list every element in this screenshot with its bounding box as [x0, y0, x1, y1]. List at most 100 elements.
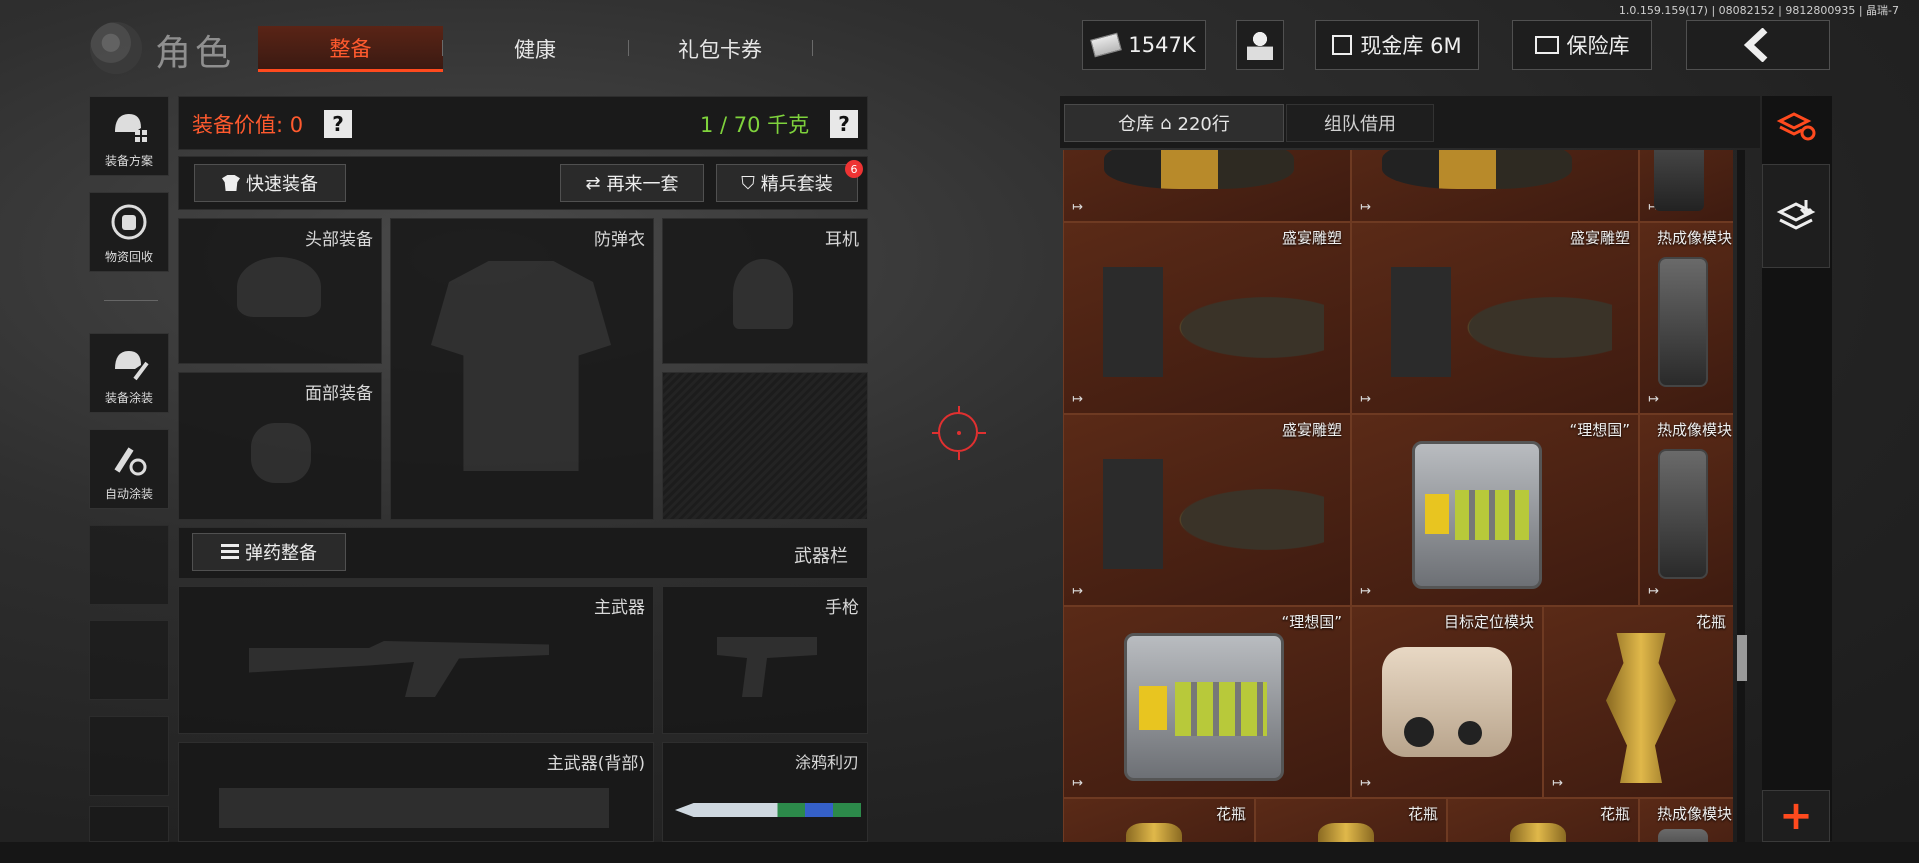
warehouse-rows: 220行 — [1177, 114, 1230, 135]
vials-image — [1175, 682, 1267, 736]
thermal-item[interactable]: 热成像模块 ↦ — [1639, 414, 1733, 606]
sidebar-empty-slot — [89, 716, 169, 796]
melee-label: 涂鸦利刃 — [794, 753, 859, 772]
shirt-icon — [222, 175, 240, 191]
crate-image — [1124, 633, 1284, 781]
sort-button[interactable] — [1762, 96, 1830, 156]
sidebar-empty-slot — [89, 525, 169, 605]
sidebar-empty-slot — [89, 620, 169, 700]
thermal-item[interactable]: 热成像模块 — [1639, 798, 1733, 842]
weight-help-button[interactable]: ? — [830, 110, 858, 138]
sculpture-item[interactable]: ↦ — [1063, 150, 1351, 222]
sculpture-item[interactable]: 盛宴雕塑 ↦ — [1063, 414, 1351, 606]
page-title: 角色 — [155, 33, 236, 74]
tab-gift-cards[interactable]: 礼包卡券 — [640, 26, 800, 72]
value-help-button[interactable]: ? — [324, 110, 352, 138]
cash-vault-button[interactable]: 现金库 6M — [1315, 20, 1479, 70]
storage-scrollbar[interactable] — [1737, 150, 1745, 842]
sidebar-divider — [104, 300, 158, 301]
item-name: 盛宴雕塑 — [1281, 421, 1342, 439]
helmet-silhouette-icon — [237, 257, 321, 317]
headset-slot-label: 耳机 — [825, 230, 859, 250]
sidebar-item-auto-skin[interactable]: 自动涂装 — [89, 429, 169, 509]
add-button[interactable]: + — [1762, 790, 1830, 842]
item-name: 花瓶 — [1695, 613, 1726, 631]
crosshair-icon — [932, 406, 986, 460]
pistol-slot[interactable]: 手枪 — [662, 586, 868, 734]
layers-download-icon — [1776, 200, 1816, 230]
cash-vault-icon — [1332, 35, 1353, 55]
quick-equip-label: 快速装备 — [246, 174, 318, 195]
move-icon: ↦ — [1072, 200, 1083, 215]
thermal-item[interactable]: 热成像模块 ↦ — [1639, 222, 1733, 414]
sculpture-image — [1382, 267, 1612, 377]
back-weapon-slot[interactable]: 主武器(背部) — [178, 742, 654, 842]
tab-divider — [442, 40, 443, 56]
storage-grid[interactable]: ↦ ↦ ↦ 盛宴雕塑 ↦ 盛宴雕塑 ↦ 热成像模块 ↦ 盛宴雕塑 ↦ “理想国”… — [1063, 150, 1733, 842]
tab-loadout[interactable]: 整备 — [258, 26, 443, 72]
sculpture-item[interactable]: ↦ — [1351, 150, 1639, 222]
thermal-item[interactable]: ↦ — [1639, 150, 1733, 222]
version-text: 1.0.159.159(17) | 08082152 | 9812800935 … — [1618, 4, 1899, 17]
melee-slot[interactable]: 涂鸦利刃 — [662, 742, 868, 842]
head-slot[interactable]: 头部装备 — [178, 218, 382, 364]
money-button[interactable]: 1547K — [1082, 20, 1206, 70]
move-icon: ↦ — [1360, 776, 1371, 791]
shield-icon: ⛉ — [741, 172, 755, 194]
storage-scroll-thumb[interactable] — [1737, 635, 1747, 681]
item-name: “理想国” — [1569, 421, 1630, 439]
collect-button[interactable] — [1762, 164, 1830, 268]
move-icon: ↦ — [1552, 776, 1563, 791]
again-button[interactable]: ⇄ 再来一套 — [560, 164, 704, 202]
sculpture-item[interactable]: 盛宴雕塑 ↦ — [1351, 222, 1639, 414]
elite-set-button[interactable]: ⛉ 精兵套装 — [716, 164, 858, 202]
biohazard-icon — [1425, 494, 1449, 534]
sidebar-item-label: 物资回收 — [104, 250, 153, 264]
ammo-button[interactable]: 弹药整备 — [192, 533, 346, 571]
pistol-label: 手枪 — [825, 598, 859, 618]
operator-icon — [1247, 30, 1273, 60]
avatar-button[interactable] — [1236, 20, 1284, 70]
crate-image — [1412, 441, 1542, 589]
sidebar-item-recycle[interactable]: 物资回收 — [89, 192, 169, 272]
safe-icon — [1534, 36, 1559, 54]
item-name: 热成像模块 — [1656, 421, 1732, 439]
vest-silhouette-icon — [431, 261, 611, 471]
sculpture-item[interactable]: 盛宴雕塑 ↦ — [1063, 222, 1351, 414]
item-name: 热成像模块 — [1656, 805, 1732, 823]
vase-item[interactable]: 花瓶 — [1063, 798, 1255, 842]
vase-image — [1606, 633, 1676, 783]
safe-button[interactable]: 保险库 — [1512, 20, 1652, 70]
thermal-image — [1654, 150, 1704, 211]
sidebar-item-skin[interactable]: 装备涂装 — [89, 333, 169, 413]
headset-slot[interactable]: 耳机 — [662, 218, 868, 364]
elite-badge: 6 — [845, 160, 863, 178]
item-name: 盛宴雕塑 — [1569, 229, 1630, 247]
face-slot[interactable]: 面部装备 — [178, 372, 382, 520]
utopia-item[interactable]: “理想国” ↦ — [1351, 414, 1639, 606]
refresh-icon: ⇄ — [585, 172, 601, 194]
vials-image — [1455, 490, 1529, 540]
again-label: 再来一套 — [606, 174, 679, 195]
tab-team-borrow[interactable]: 组队借用 — [1286, 104, 1434, 142]
tab-warehouse[interactable]: 仓库 ⌂ 220行 — [1064, 104, 1284, 142]
helmet-brush-icon — [108, 343, 150, 383]
target-module-item[interactable]: 目标定位模块 ↦ — [1351, 606, 1543, 798]
move-icon: ↦ — [1072, 392, 1083, 407]
item-name: “理想国” — [1281, 613, 1342, 631]
item-name: 花瓶 — [1215, 805, 1246, 823]
tab-health[interactable]: 健康 — [470, 26, 600, 72]
equipment-value: 装备价值: 0 — [192, 113, 304, 137]
quick-equip-button[interactable]: 快速装备 — [194, 164, 346, 202]
sidebar-empty-slot — [89, 806, 169, 842]
vase-item[interactable]: 花瓶 ↦ — [1543, 606, 1733, 798]
armor-slot[interactable]: 防弹衣 — [390, 218, 654, 520]
primary-weapon-slot[interactable]: 主武器 — [178, 586, 654, 734]
vase-item[interactable]: 花瓶 — [1447, 798, 1639, 842]
move-icon: ↦ — [1360, 392, 1371, 407]
back-button[interactable] — [1686, 20, 1830, 70]
utopia-item[interactable]: “理想国” ↦ — [1063, 606, 1351, 798]
sidebar-item-loadout-plan[interactable]: 装备方案 — [89, 96, 169, 176]
move-icon: ↦ — [1648, 584, 1659, 599]
vase-item[interactable]: 花瓶 — [1255, 798, 1447, 842]
